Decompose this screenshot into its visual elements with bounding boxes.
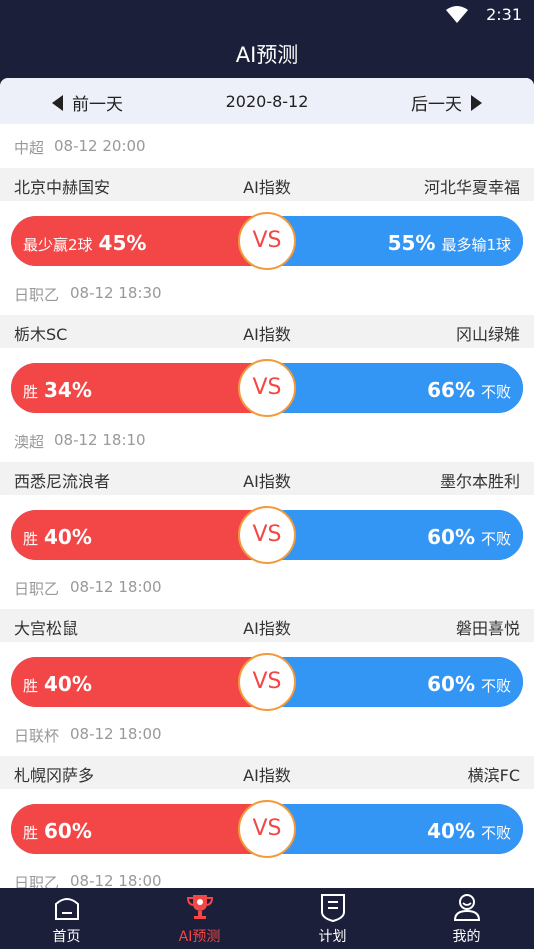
- team-row: 大宫松鼠 AI指数 磐田喜悦: [0, 609, 534, 642]
- home-percent: 40%: [44, 672, 92, 696]
- match-time: 08-12 18:00: [70, 725, 162, 743]
- status-bar: 2:31: [0, 0, 534, 30]
- league-row: 澳超 08-12 18:10: [0, 418, 534, 462]
- league-row: 中超 08-12 20:00: [0, 124, 534, 168]
- away-team: 河北华夏幸福: [423, 178, 520, 197]
- match-card: 日职乙 08-12 18:30 栃木SC AI指数 冈山绿雉 胜 34% 66% 不…: [0, 271, 534, 418]
- match-card: 日职乙 08-12 18:00 大宫松鼠 AI指数 磐田喜悦 胜 40% 60% 不…: [0, 565, 534, 712]
- home-icon: [54, 898, 79, 920]
- trophy-icon: [186, 895, 213, 919]
- tab-mine[interactable]: 我的: [400, 888, 533, 949]
- vs-badge: VS: [238, 800, 296, 858]
- tab-plan[interactable]: 计划: [266, 888, 399, 949]
- bottom-tab-bar: 首页 AI预测 计划 我的: [0, 888, 534, 949]
- league-row: 日职乙 08-12 18:00: [0, 565, 534, 609]
- home-percent: 34%: [44, 378, 92, 402]
- away-label: 不败: [480, 677, 511, 695]
- away-prediction: 66% 不败: [427, 378, 511, 402]
- league-name: 日职乙: [14, 580, 60, 598]
- tab-label: 计划: [318, 929, 347, 945]
- home-prediction: 胜 60%: [23, 819, 92, 843]
- next-day-label: 后一天: [411, 95, 462, 115]
- away-percent: 60%: [427, 672, 475, 696]
- match-panel: 前一天 2020-8-12 后一天 中超 08-12 20:00 北京中赫国安 …: [0, 78, 534, 888]
- home-prediction: 胜 34%: [23, 378, 92, 402]
- tab-label: 我的: [452, 929, 481, 945]
- home-label: 胜: [23, 824, 39, 842]
- away-percent: 60%: [427, 525, 475, 549]
- home-prediction: 胜 40%: [23, 525, 92, 549]
- next-day-button[interactable]: 后一天: [411, 90, 482, 115]
- match-card: 中超 08-12 20:00 北京中赫国安 AI指数 河北华夏幸福 最少赢2球 4…: [0, 124, 534, 271]
- match-card-partial: 日职乙 08-12 18:00: [0, 859, 534, 888]
- vs-badge: VS: [238, 359, 296, 417]
- status-time: 2:31: [486, 5, 522, 24]
- away-label: 不败: [480, 383, 511, 401]
- match-time: 08-12 18:30: [70, 284, 162, 302]
- home-prediction: 胜 40%: [23, 672, 92, 696]
- match-card: 日联杯 08-12 18:00 札幌冈萨多 AI指数 横滨FC 胜 60% 40%…: [0, 712, 534, 859]
- team-row: 札幌冈萨多 AI指数 横滨FC: [0, 756, 534, 789]
- away-prediction: 60% 不败: [427, 525, 511, 549]
- team-row: 西悉尼流浪者 AI指数 墨尔本胜利: [0, 462, 534, 495]
- league-name: 日联杯: [14, 727, 60, 745]
- ai-index-label: AI指数: [243, 619, 291, 638]
- app-header: AI预测: [0, 30, 534, 78]
- away-team: 墨尔本胜利: [439, 472, 520, 491]
- home-percent: 40%: [44, 525, 92, 549]
- tab-label: 首页: [52, 929, 81, 945]
- away-team: 冈山绿雉: [455, 325, 520, 344]
- home-label: 胜: [23, 383, 39, 401]
- page-title: AI预测: [235, 43, 299, 67]
- home-label: 胜: [23, 677, 39, 695]
- league-name: 日职乙: [14, 874, 60, 888]
- league-name: 澳超: [14, 433, 45, 451]
- match-time: 08-12 20:00: [54, 137, 146, 155]
- match-time: 08-12 18:00: [70, 578, 162, 596]
- home-percent: 45%: [98, 231, 147, 255]
- league-name: 日职乙: [14, 286, 60, 304]
- away-team: 磐田喜悦: [455, 619, 520, 638]
- team-row: 北京中赫国安 AI指数 河北华夏幸福: [0, 168, 534, 201]
- vs-badge: VS: [238, 653, 296, 711]
- league-name: 中超: [14, 139, 45, 157]
- vs-badge: VS: [238, 506, 296, 564]
- user-icon: [453, 894, 480, 921]
- vs-badge: VS: [238, 212, 296, 270]
- triangle-right-icon: [471, 94, 482, 111]
- ai-index-label: AI指数: [243, 766, 291, 785]
- away-percent: 40%: [427, 819, 475, 843]
- home-label: 胜: [23, 530, 39, 548]
- away-prediction: 40% 不败: [427, 819, 511, 843]
- away-percent: 66%: [427, 378, 475, 402]
- content-area: 前一天 2020-8-12 后一天 中超 08-12 20:00 北京中赫国安 …: [0, 78, 534, 888]
- ai-index-label: AI指数: [243, 325, 291, 344]
- league-row: 日联杯 08-12 18:00: [0, 712, 534, 756]
- match-time: 08-12 18:00: [70, 872, 162, 888]
- match-time: 08-12 18:10: [54, 431, 146, 449]
- league-row: 日职乙 08-12 18:30: [0, 271, 534, 315]
- tab-label: AI预测: [178, 929, 221, 945]
- home-percent: 60%: [44, 819, 92, 843]
- team-row: 栃木SC AI指数 冈山绿雉: [0, 315, 534, 348]
- date-nav: 前一天 2020-8-12 后一天: [0, 78, 534, 124]
- away-percent: 55%: [387, 231, 436, 255]
- shield-doc-icon: [320, 894, 345, 922]
- away-team: 横滨FC: [467, 766, 520, 785]
- away-label: 最多输1球: [441, 236, 511, 254]
- away-prediction: 60% 不败: [427, 672, 511, 696]
- league-row: 日职乙 08-12 18:00: [0, 859, 534, 888]
- wifi-icon: [446, 6, 468, 23]
- home-prediction: 最少赢2球 45%: [23, 231, 146, 255]
- away-label: 不败: [480, 530, 511, 548]
- home-label: 最少赢2球: [23, 236, 93, 254]
- tab-ai-predict[interactable]: AI预测: [133, 888, 266, 949]
- match-card: 澳超 08-12 18:10 西悉尼流浪者 AI指数 墨尔本胜利 胜 40% 60…: [0, 418, 534, 565]
- away-prediction: 55% 最多输1球: [388, 231, 511, 255]
- tab-home[interactable]: 首页: [0, 888, 133, 949]
- away-label: 不败: [480, 824, 511, 842]
